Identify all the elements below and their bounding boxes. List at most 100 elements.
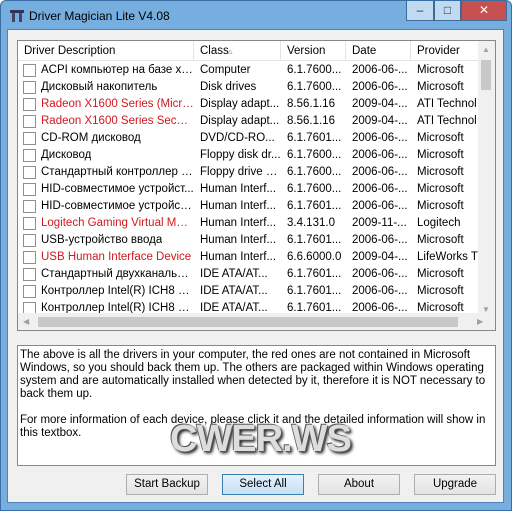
version-cell: 8.56.1.16 [287,115,335,127]
row-checkbox[interactable] [23,200,36,213]
driver-description-cell: HID-совместимое устройство [18,198,194,215]
date-cell: 2009-04-... [352,98,408,110]
row-checkbox[interactable] [23,268,36,281]
row-checkbox[interactable] [23,285,36,298]
select-all-button[interactable]: Select All [222,474,304,495]
driver-description-cell: Стандартный двухканальны... [18,266,194,283]
class-cell: Human Interf... [200,183,277,195]
table-row[interactable]: HID-совместимое устройст... Human Interf… [18,181,479,198]
version-cell: 6.1.7601... [287,285,342,297]
version-cell: 6.6.6000.0 [287,251,342,263]
class-cell: DVD/CD-RO... [200,132,275,144]
row-checkbox[interactable] [23,98,36,111]
about-button[interactable]: About [318,474,400,495]
class-cell: Disk drives [200,81,257,93]
provider-cell: Microsoft [417,200,464,212]
version-cell: 6.1.7600... [287,64,342,76]
column-class-label: Class [200,45,229,57]
table-row[interactable]: Стандартный контроллер ги... Floppy driv… [18,164,479,181]
close-button[interactable]: ✕ [461,1,507,21]
column-version[interactable]: Version [281,41,346,60]
row-checkbox[interactable] [23,251,36,264]
date-cell: 2009-11-... [352,217,407,229]
provider-cell: LifeWorks T [417,251,478,263]
class-cell: IDE ATA/AT... [200,285,268,297]
row-checkbox[interactable] [23,64,36,77]
window-title: Driver Magician Lite V4.08 [29,9,170,23]
class-cell: Display adapt... [200,115,280,127]
horizontal-scroll-thumb[interactable] [38,317,458,327]
table-row[interactable]: Radeon X1600 Series (Micros... Display a… [18,96,479,113]
table-row[interactable]: Logitech Gaming Virtual Mouse Human Inte… [18,215,479,232]
provider-cell: Microsoft [417,81,464,93]
driver-description-cell: HID-совместимое устройст... [18,181,194,198]
date-cell: 2006-06-... [352,234,408,246]
row-checkbox[interactable] [23,166,36,179]
scroll-right-icon[interactable]: ▶ [477,317,483,326]
start-backup-button[interactable]: Start Backup [126,474,208,495]
table-row[interactable]: Дисковый накопитель Disk drives 6.1.7600… [18,79,479,96]
version-cell: 6.1.7600... [287,81,342,93]
column-class[interactable]: Class ▵ [194,41,281,60]
scroll-left-icon[interactable]: ◀ [23,317,29,326]
column-driver-description[interactable]: Driver Description [18,41,194,60]
row-checkbox[interactable] [23,217,36,230]
driver-description: HID-совместимое устройство [41,200,194,212]
table-row[interactable]: Контроллер Intel(R) ICH8 Ser... IDE ATA/… [18,283,479,300]
driver-description: Стандартный контроллер ги... [41,166,194,178]
provider-cell: ATI Technol [417,98,477,110]
date-cell: 2006-06-... [352,268,408,280]
version-cell: 8.56.1.16 [287,98,335,110]
row-checkbox[interactable] [23,115,36,128]
date-cell: 2009-04-... [352,115,408,127]
table-row[interactable]: USB-устройство ввода Human Interf... 6.1… [18,232,479,249]
row-checkbox[interactable] [23,81,36,94]
upgrade-button[interactable]: Upgrade [414,474,496,495]
maximize-button[interactable]: □ [434,1,461,21]
driver-description: Дисковый накопитель [41,81,158,93]
class-cell: Computer [200,64,251,76]
minimize-button[interactable]: – [406,1,434,21]
column-date[interactable]: Date [346,41,411,60]
driver-list[interactable]: Driver Description Class ▵ Version Date P… [17,40,496,331]
row-checkbox[interactable] [23,132,36,145]
vertical-scroll-thumb[interactable] [481,60,491,90]
date-cell: 2006-06-... [352,183,408,195]
table-row[interactable]: Дисковод Floppy disk dr... 6.1.7600... 2… [18,147,479,164]
app-icon [10,10,24,22]
table-row[interactable]: Стандартный двухканальны... IDE ATA/AT..… [18,266,479,283]
column-provider[interactable]: Provider [411,41,479,60]
driver-description-cell: CD-ROM дисковод [18,130,194,147]
vertical-scrollbar[interactable]: ▲ ▼ [478,41,495,316]
driver-description: Дисковод [41,149,92,161]
version-cell: 6.1.7600... [287,149,342,161]
sort-ascending-icon: ▵ [228,46,233,56]
driver-description-cell: Radeon X1600 Series Second... [18,113,194,130]
horizontal-scrollbar[interactable]: ◀ ▶ [18,313,495,330]
class-cell: Floppy drive c... [200,166,281,178]
class-cell: Display adapt... [200,98,280,110]
driver-description: Logitech Gaming Virtual Mouse [41,217,194,229]
class-cell: Human Interf... [200,234,277,246]
provider-cell: ATI Technol [417,115,477,127]
driver-description: Контроллер Intel(R) ICH8 Ser... [41,285,194,297]
row-checkbox[interactable] [23,183,36,196]
table-row[interactable]: USB Human Interface Device Human Interf.… [18,249,479,266]
table-row[interactable]: Radeon X1600 Series Second... Display ad… [18,113,479,130]
class-cell: Human Interf... [200,217,277,229]
date-cell: 2006-06-... [352,149,408,161]
driver-description-cell: USB Human Interface Device [18,249,194,266]
list-header: Driver Description Class ▵ Version Date P… [18,41,479,61]
row-checkbox[interactable] [23,149,36,162]
driver-description: HID-совместимое устройст... [41,183,194,195]
provider-cell: Microsoft [417,149,464,161]
scroll-up-icon[interactable]: ▲ [482,45,490,54]
table-row[interactable]: CD-ROM дисковод DVD/CD-RO... 6.1.7601...… [18,130,479,147]
version-cell: 3.4.131.0 [287,217,335,229]
table-row[interactable]: ACPI компьютер на базе x86 Computer 6.1.… [18,62,479,79]
driver-description: CD-ROM дисковод [41,132,141,144]
driver-description-cell: USB-устройство ввода [18,232,194,249]
row-checkbox[interactable] [23,234,36,247]
version-cell: 6.1.7600... [287,166,342,178]
table-row[interactable]: HID-совместимое устройство Human Interf.… [18,198,479,215]
